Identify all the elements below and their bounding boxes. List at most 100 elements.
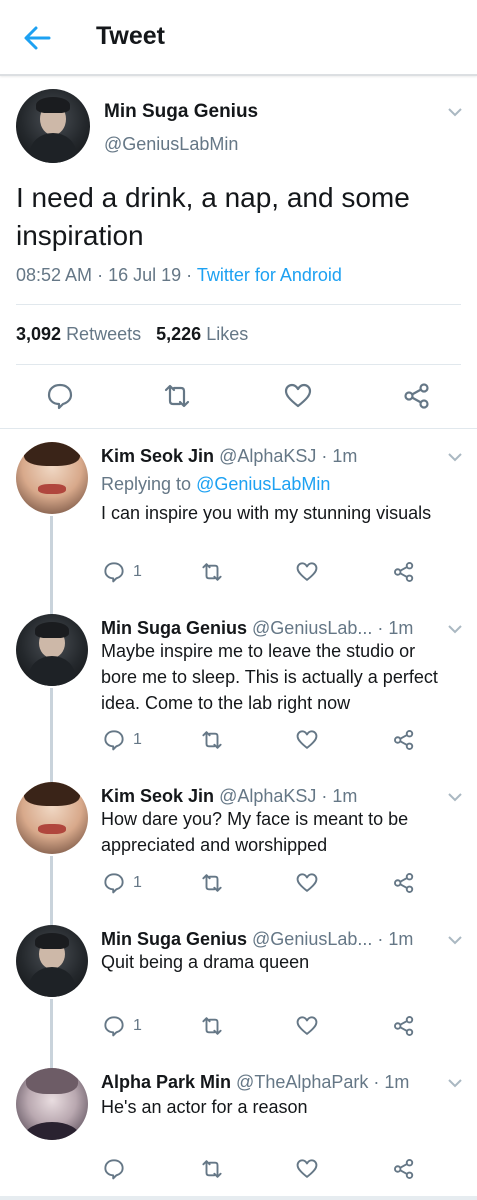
heart-icon[interactable] [296,872,318,894]
retweet-icon[interactable] [201,1015,223,1037]
reply-count: 1 [133,1017,142,1034]
avatar[interactable] [16,782,88,854]
chevron-down-icon[interactable] [448,1078,462,1088]
retweet-icon[interactable] [163,382,191,410]
reply-header: Kim Seok Jin @AlphaKSJ · 1m [101,446,358,466]
chevron-down-icon[interactable] [448,107,462,117]
author-handle[interactable]: @GeniusLab... [252,929,372,949]
thread-line [50,856,53,917]
author-handle[interactable]: @AlphaKSJ [219,446,316,466]
tweet-meta: 08:52 AM · 16 Jul 19 · Twitter for Andro… [16,265,342,286]
divider [16,364,461,365]
heart-icon[interactable] [284,382,312,410]
author-name[interactable]: Kim Seok Jin [101,786,214,806]
tweet-text: I need a drink, a nap, and some inspirat… [16,182,410,251]
reply-action[interactable]: 1 [103,1015,143,1037]
author-handle[interactable]: @GeniusLab... [252,618,372,638]
chevron-down-icon[interactable] [448,792,462,802]
thread-line [50,999,53,1060]
share-icon[interactable] [403,382,431,410]
likes-stat[interactable]: 5,226 Likes [156,324,248,344]
retweet-icon[interactable] [201,561,223,583]
share-icon[interactable] [393,1158,415,1180]
tweet-date: 16 Jul 19 [108,265,182,285]
chevron-down-icon[interactable] [448,624,462,634]
thread-line [50,913,53,925]
avatar[interactable] [16,614,88,686]
reply-time: 1m [332,446,358,466]
heart-icon[interactable] [296,729,318,751]
replying-to: Replying to @GeniusLabMin [101,474,330,495]
share-icon[interactable] [393,561,415,583]
avatar[interactable] [16,442,88,514]
avatar[interactable] [16,89,90,163]
reply-icon [104,1159,124,1180]
heart-icon[interactable] [296,1158,318,1180]
reply-action[interactable]: 1 [103,872,143,894]
avatar[interactable] [16,925,88,997]
author-handle[interactable]: @TheAlphaPark [236,1072,368,1092]
reply-tweet: Kim Seok Jin @AlphaKSJ · 1m Replying to … [0,430,477,602]
author-name[interactable]: Min Suga Genius [101,929,247,949]
author-handle[interactable]: @GeniusLabMin [104,134,238,155]
author-name[interactable]: Kim Seok Jin [101,446,214,466]
reply-time: 1m [384,1072,410,1092]
share-icon[interactable] [393,729,415,751]
tweet-source-link[interactable]: Twitter for Android [197,265,342,285]
reply-icon [104,562,124,583]
share-icon[interactable] [393,1015,415,1037]
retweet-icon[interactable] [201,1158,223,1180]
reply-action[interactable]: 1 [103,729,143,751]
retweet-icon[interactable] [201,872,223,894]
retweets-stat[interactable]: 3,092 Retweets [16,324,141,344]
reply-icon [104,730,124,751]
divider [0,1196,477,1200]
author-name[interactable]: Min Suga Genius [101,618,247,638]
heart-icon[interactable] [296,561,318,583]
author-name[interactable]: Min Suga Genius [104,101,258,123]
reply-header: Min Suga Genius @GeniusLab... · 1m [101,929,414,949]
replying-to-link[interactable]: @GeniusLabMin [196,474,330,494]
reply-tweet: Kim Seok Jin @AlphaKSJ · 1m How dare you… [0,770,477,917]
likes-label: Likes [206,324,249,344]
reply-tweet: Alpha Park Min @TheAlphaPark · 1m He's a… [0,1056,477,1196]
share-icon[interactable] [393,872,415,894]
chevron-down-icon[interactable] [448,935,462,945]
reply-tweet: Min Suga Genius @GeniusLab... · 1m Maybe… [0,600,477,774]
reply-tweet: Min Suga Genius @GeniusLab... · 1m Quit … [0,913,477,1060]
thread-line [50,516,53,602]
reply-header: Min Suga Genius @GeniusLab... · 1m [101,618,414,638]
reply-time: 1m [388,618,414,638]
reply-header: Kim Seok Jin @AlphaKSJ · 1m [101,786,358,806]
reply-count: 1 [133,563,142,580]
tweet-stats: 3,092 Retweets 5,226 Likes [16,324,248,345]
reply-icon[interactable] [46,382,74,410]
meta-separator: · [186,265,197,285]
author-handle[interactable]: @AlphaKSJ [219,786,316,806]
retweets-label: Retweets [66,324,142,344]
thread-line [50,1056,53,1068]
avatar[interactable] [16,1068,88,1140]
reply-action[interactable]: 1 [103,561,143,583]
likes-count: 5,226 [156,324,202,344]
top-bar: Tweet [0,0,477,76]
reply-count: 1 [133,731,142,748]
thread-line [50,688,53,774]
reply-icon [104,1016,124,1037]
divider [16,304,461,305]
reply-action[interactable] [103,1158,143,1180]
reply-time: 1m [388,929,414,949]
tweet-time: 08:52 AM [16,265,93,285]
reply-text: Quit being a drama queen [101,952,310,972]
reply-time: 1m [332,786,358,806]
back-arrow-icon[interactable] [22,24,52,52]
author-name[interactable]: Alpha Park Min [101,1072,231,1092]
heart-icon[interactable] [296,1015,318,1037]
replying-to-label: Replying to [101,474,192,494]
retweet-icon[interactable] [201,729,223,751]
chevron-down-icon[interactable] [448,452,462,462]
retweets-count: 3,092 [16,324,62,344]
main-tweet: Min Suga Genius @GeniusLabMin I need a d… [0,76,477,429]
reply-text: He's an actor for a reason [101,1097,308,1117]
reply-text: I can inspire you with my stunning visua… [101,503,432,523]
